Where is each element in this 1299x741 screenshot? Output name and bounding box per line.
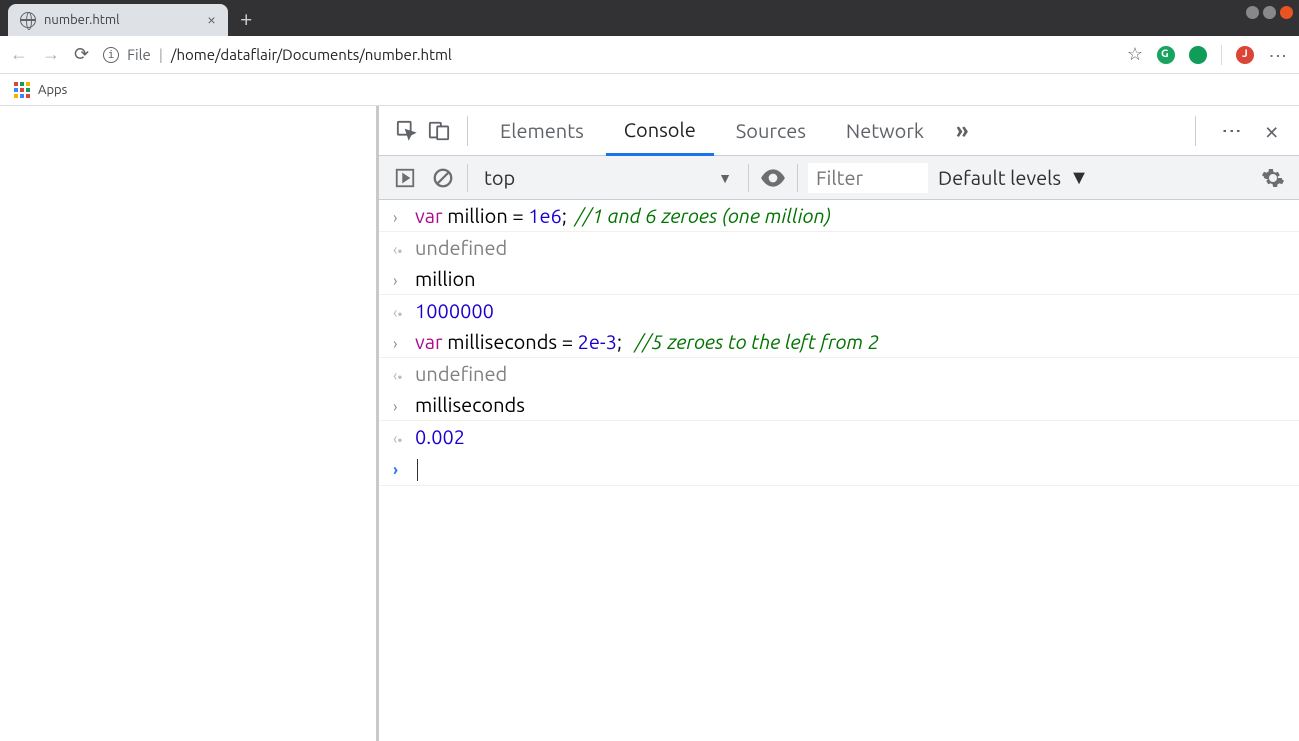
chrome-menu-button[interactable]: ⋮ [1268,47,1289,63]
url-scheme: File [127,46,151,63]
address-bar[interactable]: i File | /home/dataflair/Documents/numbe… [103,46,1113,63]
console-row: ›var milliseconds = 2e-3; //5 zeroes to … [379,326,1299,358]
url-path: /home/dataflair/Documents/number.html [171,46,452,63]
devtools-panel: Elements Console Sources Network » ⋮ × t… [376,106,1299,741]
console-code [415,456,418,481]
console-row: ›million [379,263,1299,295]
input-arrow-icon: › [393,209,415,227]
globe-icon [20,12,36,28]
console-code: milliseconds [415,393,525,416]
prompt-arrow-icon: › [393,461,415,479]
live-expression-icon[interactable] [391,164,419,192]
output-arrow-icon: ‹● [393,304,415,322]
devtools-menu-icon[interactable]: ⋮ [1210,121,1254,141]
tabs-overflow-icon[interactable]: » [946,118,978,143]
tab-sources[interactable]: Sources [718,106,824,156]
profile-avatar-icon[interactable] [1236,46,1254,64]
filter-input[interactable] [808,163,928,193]
site-info-icon[interactable]: i [103,47,119,63]
log-levels-select[interactable]: Default levels ▼ [938,165,1089,190]
console-row: ‹●0.002 [379,421,1299,452]
execution-context-select[interactable]: top ▼ [478,166,738,189]
browser-toolbar: ← → ⟳ i File | /home/dataflair/Documents… [0,36,1299,74]
console-code: 0.002 [415,425,465,448]
output-arrow-icon: ‹● [393,367,415,385]
console-code: million [415,267,476,290]
bookmark-star-icon[interactable]: ☆ [1127,44,1143,65]
console-output[interactable]: ›var million = 1e6; //1 and 6 zeroes (on… [379,200,1299,741]
console-settings-icon[interactable] [1259,164,1287,192]
inspect-element-icon[interactable] [393,117,421,145]
tab-elements[interactable]: Elements [482,106,602,156]
context-label: top [484,166,515,189]
devtools-divider [467,116,468,146]
main-area: Elements Console Sources Network » ⋮ × t… [0,106,1299,741]
console-code: undefined [415,236,507,259]
tab-network[interactable]: Network [828,106,942,156]
levels-label: Default levels [938,166,1061,189]
apps-icon[interactable] [14,82,30,98]
bookmarks-bar: Apps [0,74,1299,106]
devtools-divider [1195,116,1196,146]
live-preview-icon[interactable] [759,164,787,192]
cursor [417,459,418,481]
url-divider: | [159,46,163,63]
reload-button[interactable]: ⟳ [74,44,89,65]
device-toolbar-icon[interactable] [425,117,453,145]
window-maximize-icon[interactable] [1263,6,1276,19]
devtools-tabbar: Elements Console Sources Network » ⋮ × [379,106,1299,156]
browser-tab[interactable]: number.html × [8,4,228,36]
clear-console-icon[interactable] [429,164,457,192]
window-minimize-icon[interactable] [1246,6,1259,19]
console-code: var milliseconds = 2e-3; //5 zeroes to t… [415,330,879,353]
apps-label[interactable]: Apps [38,83,67,97]
extension-grammarly-icon[interactable] [1157,46,1175,64]
input-arrow-icon: › [393,335,415,353]
filter-divider [748,164,749,192]
console-row: ‹●1000000 [379,295,1299,326]
console-code: var million = 1e6; //1 and 6 zeroes (one… [415,204,831,227]
console-row: ›milliseconds [379,389,1299,421]
toolbar-divider [1221,45,1222,65]
tab-title: number.html [44,13,199,27]
console-code: 1000000 [415,299,494,322]
toolbar-right: ☆ ⋮ [1127,44,1289,65]
console-row: › [379,452,1299,486]
input-arrow-icon: › [393,272,415,290]
devtools-close-icon[interactable]: × [1258,116,1285,145]
window-controls [1246,6,1293,19]
console-code: undefined [415,362,507,385]
output-arrow-icon: ‹● [393,430,415,448]
page-content [0,106,376,741]
new-tab-button[interactable]: + [240,6,252,31]
chevron-down-icon: ▼ [718,170,732,186]
tab-console[interactable]: Console [606,106,714,156]
forward-button[interactable]: → [42,44,60,65]
extension-green-icon[interactable] [1189,46,1207,64]
console-filter-bar: top ▼ Default levels ▼ [379,156,1299,200]
console-row: ‹●undefined [379,358,1299,389]
filter-divider [467,164,468,192]
window-close-icon[interactable] [1280,6,1293,19]
browser-tab-bar: number.html × + [0,0,1299,36]
console-row: ‹●undefined [379,232,1299,263]
console-row: ›var million = 1e6; //1 and 6 zeroes (on… [379,200,1299,232]
back-button[interactable]: ← [10,44,28,65]
tab-close-icon[interactable]: × [207,11,216,29]
chevron-down-icon: ▼ [1069,165,1089,190]
output-arrow-icon: ‹● [393,241,415,259]
input-arrow-icon: › [393,398,415,416]
filter-divider [797,164,798,192]
